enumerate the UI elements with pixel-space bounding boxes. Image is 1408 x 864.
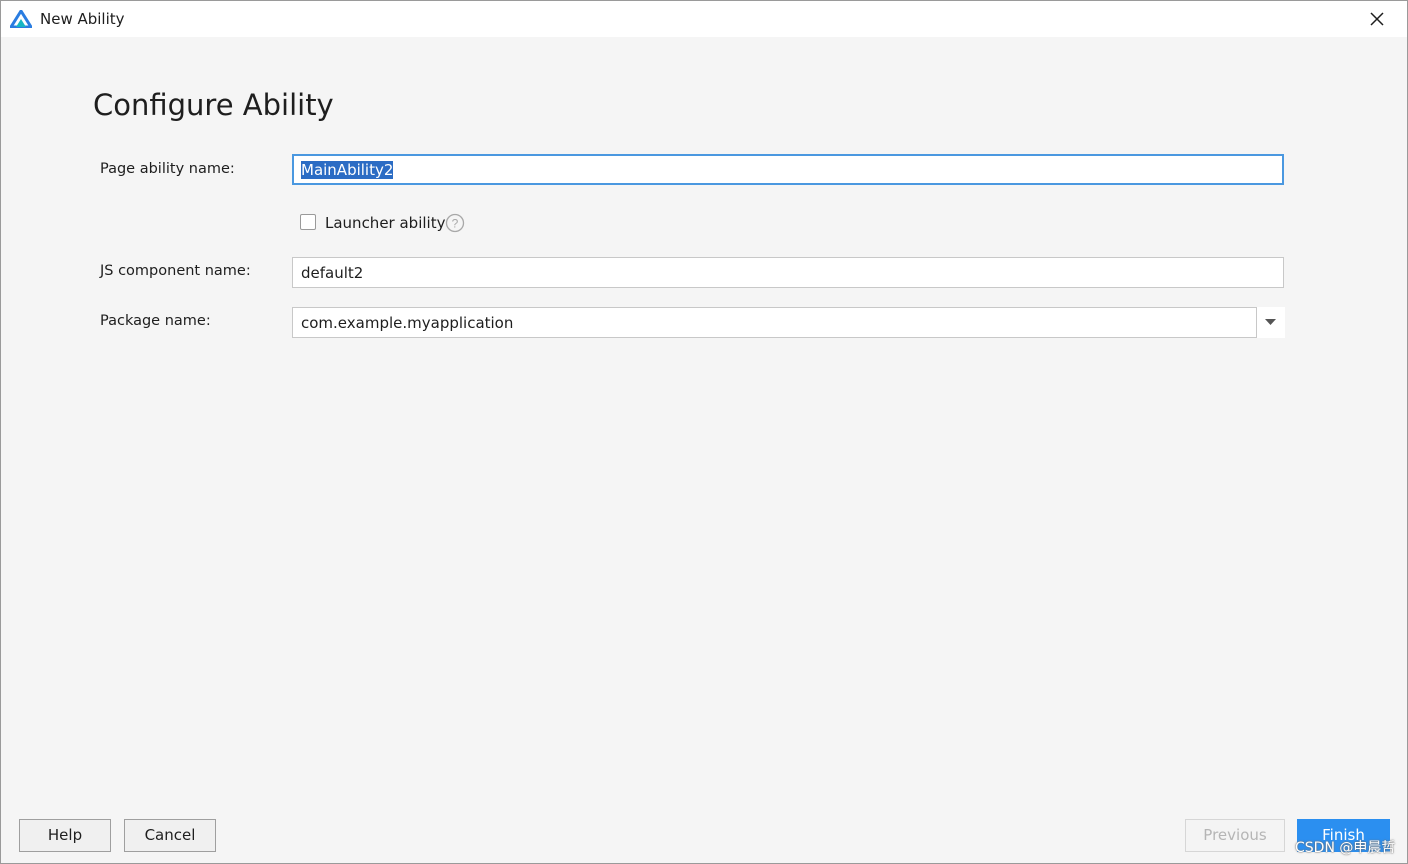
launcher-ability-checkbox[interactable] [300,214,316,230]
js-component-name-label: JS component name: [100,263,251,279]
page-ability-name-input[interactable]: MainAbility2 [292,154,1284,185]
page-ability-name-label: Page ability name: [100,161,235,177]
watermark: CSDN @申晨哲 [1295,840,1396,856]
harmonyos-logo-icon [10,10,32,28]
package-name-value: com.example.myapplication [301,314,514,332]
page-ability-name-value: MainAbility2 [301,161,394,179]
svg-text:?: ? [452,217,459,231]
js-component-name-value: default2 [301,264,364,282]
js-component-name-input[interactable]: default2 [292,257,1284,288]
launcher-ability-label[interactable]: Launcher ability [325,214,445,232]
page-title: Configure Ability [93,88,334,122]
package-name-combobox[interactable]: com.example.myapplication [292,307,1285,338]
previous-button[interactable]: Previous [1185,819,1285,852]
help-button[interactable]: Help [19,819,111,852]
window-title: New Ability [40,10,125,28]
title-bar: New Ability [1,1,1407,37]
chevron-down-icon [1265,319,1276,325]
close-icon[interactable] [1367,9,1387,29]
cancel-button[interactable]: Cancel [124,819,216,852]
package-name-label: Package name: [100,313,211,329]
new-ability-dialog: New Ability Configure Ability Page abili… [0,0,1408,864]
package-name-dropdown-button[interactable] [1256,307,1285,338]
question-mark-icon[interactable]: ? [445,213,465,233]
